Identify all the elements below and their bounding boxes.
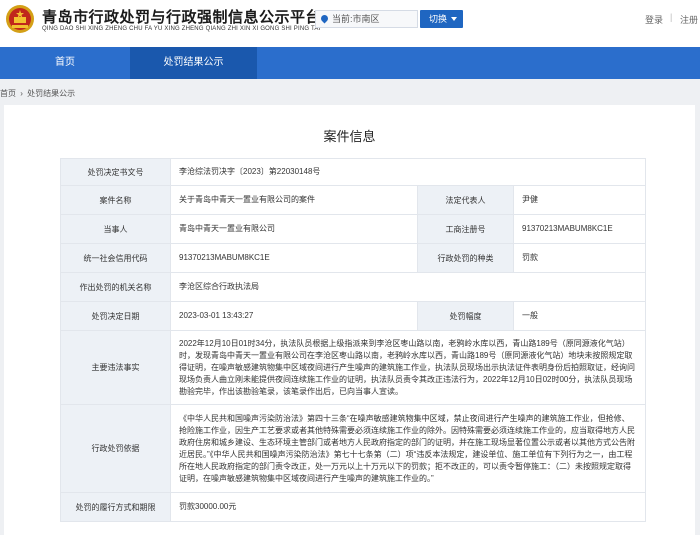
- table-row: 处罚决定日期 2023-03-01 13:43:27 处罚幅度 一般: [60, 301, 646, 331]
- decision-no-label: 处罚决定书文号: [60, 158, 171, 186]
- legal-rep-label: 法定代表人: [417, 185, 514, 215]
- emblem-icon: [6, 5, 34, 33]
- register-link[interactable]: 注册: [680, 13, 698, 26]
- breadcrumb-arrow-icon: ›: [20, 89, 23, 98]
- basis-label: 行政处罚依据: [60, 404, 171, 493]
- penalty-level-value: 一般: [513, 301, 646, 331]
- facts-label: 主要违法事实: [60, 330, 171, 405]
- legal-rep-value: 尹健: [513, 185, 646, 215]
- location-pin-icon: [319, 13, 330, 24]
- page-title: 案件信息: [323, 129, 376, 144]
- case-table: 处罚决定书文号 李沧综法罚决字〔2023〕第22030148号 案件名称 关于青…: [60, 158, 646, 522]
- nav-home[interactable]: 首页: [0, 47, 130, 79]
- table-row: 处罚的履行方式和期限 罚款30000.00元: [60, 492, 646, 522]
- penalty-type-label: 行政处罚的种类: [417, 243, 514, 273]
- table-row: 案件名称 关于青岛中青天一置业有限公司的案件 法定代表人 尹健: [60, 185, 646, 215]
- nav-penalty-results[interactable]: 处罚结果公示: [130, 47, 257, 79]
- fulfillment-value: 罚款30000.00元: [170, 492, 646, 522]
- breadcrumb: 首页 › 处罚结果公示: [0, 88, 77, 99]
- basis-value: 《中华人民共和国噪声污染防治法》第四十三条“在噪声敏感建筑物集中区域，禁止夜间进…: [170, 404, 646, 493]
- authority-value: 李沧区综合行政执法局: [170, 272, 646, 302]
- table-row: 行政处罚依据 《中华人民共和国噪声污染防治法》第四十三条“在噪声敏感建筑物集中区…: [60, 404, 646, 493]
- region-selector[interactable]: 当前:市南区: [315, 10, 418, 28]
- credit-code-value: 91370213MABUM8KC1E: [170, 243, 418, 273]
- penalty-type-value: 罚款: [513, 243, 646, 273]
- site-header: 青岛市行政处罚与行政强制信息公示平台 QING DAO SHI XING ZHE…: [0, 0, 700, 47]
- region-label: 当前:市南区: [332, 14, 380, 24]
- facts-value: 2022年12月10日01时34分，执法队员根据上级指派来到李沧区枣山路以南，老…: [170, 330, 646, 405]
- party-value: 青岛中青天一置业有限公司: [170, 214, 418, 244]
- biz-reg-value: 91370213MABUM8KC1E: [513, 214, 646, 244]
- party-label: 当事人: [60, 214, 171, 244]
- table-row: 作出处罚的机关名称 李沧区综合行政执法局: [60, 272, 646, 302]
- site-title: 青岛市行政处罚与行政强制信息公示平台: [42, 9, 322, 26]
- case-panel: 案件信息 处罚决定书文号 李沧综法罚决字〔2023〕第22030148号 案件名…: [4, 105, 695, 535]
- link-separator: |: [670, 12, 673, 22]
- chevron-down-icon: [451, 17, 457, 21]
- fulfillment-label: 处罚的履行方式和期限: [60, 492, 171, 522]
- table-row: 统一社会信用代码 91370213MABUM8KC1E 行政处罚的种类 罚款: [60, 243, 646, 273]
- decision-no-value: 李沧综法罚决字〔2023〕第22030148号: [170, 158, 646, 186]
- decision-date-value: 2023-03-01 13:43:27: [170, 301, 418, 331]
- main-nav: 首页 处罚结果公示: [0, 47, 700, 79]
- breadcrumb-current: 处罚结果公示: [27, 89, 76, 98]
- credit-code-label: 统一社会信用代码: [60, 243, 171, 273]
- login-link[interactable]: 登录: [645, 13, 663, 26]
- site-subtitle: QING DAO SHI XING ZHENG CHU FA YU XING Z…: [42, 26, 321, 32]
- table-row: 处罚决定书文号 李沧综法罚决字〔2023〕第22030148号: [60, 158, 646, 186]
- switch-label: 切换: [429, 14, 448, 24]
- penalty-level-label: 处罚幅度: [417, 301, 514, 331]
- authority-label: 作出处罚的机关名称: [60, 272, 171, 302]
- switch-region-button[interactable]: 切换: [420, 10, 463, 28]
- case-name-value: 关于青岛中青天一置业有限公司的案件: [170, 185, 418, 215]
- breadcrumb-home[interactable]: 首页: [0, 89, 16, 98]
- table-row: 当事人 青岛中青天一置业有限公司 工商注册号 91370213MABUM8KC1…: [60, 214, 646, 244]
- decision-date-label: 处罚决定日期: [60, 301, 171, 331]
- case-name-label: 案件名称: [60, 185, 171, 215]
- table-row: 主要违法事实 2022年12月10日01时34分，执法队员根据上级指派来到李沧区…: [60, 330, 646, 405]
- biz-reg-label: 工商注册号: [417, 214, 514, 244]
